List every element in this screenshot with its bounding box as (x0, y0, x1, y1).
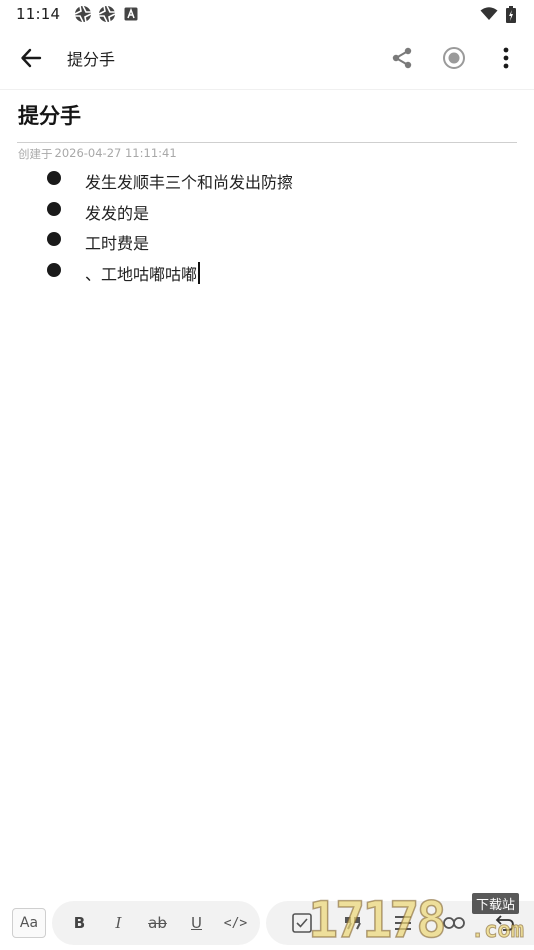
text-caret (198, 261, 201, 284)
list-item[interactable]: 、工地咕嘟咕嘟 (0, 258, 534, 289)
italic-button[interactable]: I (99, 905, 138, 941)
strikethrough-button[interactable]: ab (138, 905, 177, 941)
record-icon (443, 47, 465, 69)
watermark-digits: 17178 (307, 890, 447, 950)
bold-button[interactable]: B (60, 905, 99, 941)
list-item-text-with-caret: 、工地咕嘟咕嘟 (85, 261, 201, 285)
watermark-tag: 下载站 (472, 893, 520, 914)
aperture-icon (98, 5, 116, 23)
status-icons-left (74, 5, 140, 23)
status-icons-right (480, 5, 520, 23)
more-vert-icon (503, 47, 509, 69)
arrow-back-icon (21, 48, 42, 68)
more-button[interactable] (484, 36, 528, 80)
font-a-icon (122, 5, 140, 23)
record-button[interactable] (432, 36, 476, 80)
watermark-suffix: .com (471, 918, 525, 944)
list-item-text: 、工地咕嘟咕嘟 (85, 264, 198, 284)
text-style-button[interactable]: Aa (12, 908, 46, 938)
list-item-text: 发生发顺丰三个和尚发出防擦 (85, 173, 294, 192)
inline-format-group: B I ab U </> (52, 901, 260, 945)
share-icon (392, 47, 412, 69)
site-watermark: 17178 .com 下载站 (307, 890, 534, 950)
share-button[interactable] (380, 36, 424, 80)
list-item[interactable]: 发生发顺丰三个和尚发出防擦 (0, 166, 534, 197)
list-item[interactable]: 发发的是 (0, 197, 534, 228)
code-button[interactable]: </> (216, 905, 255, 941)
app-bar: 提分手 (0, 30, 534, 86)
battery-charging-icon (502, 5, 520, 23)
wifi-icon (480, 5, 498, 23)
created-timestamp: 创建于 2026-04-27 11:11:41 (18, 146, 177, 162)
bullet-icon (47, 201, 61, 216)
created-date: 2026-04-27 11:11:41 (54, 146, 177, 160)
app-actions (372, 36, 528, 80)
underline-button[interactable]: U (177, 905, 216, 941)
aperture-icon (74, 5, 92, 23)
created-label: 创建于 (18, 147, 53, 161)
app-title: 提分手 (67, 50, 116, 69)
list-item-text: 发发的是 (85, 203, 150, 223)
title-underline (17, 142, 517, 143)
bullet-icon (47, 262, 61, 277)
back-button[interactable] (9, 36, 53, 80)
list-item-text: 工时费是 (85, 234, 150, 253)
bullet-list[interactable]: 发生发顺丰三个和尚发出防擦 发发的是 工时费是 、工地咕嘟咕嘟 (0, 166, 534, 288)
list-item[interactable]: 工时费是 (0, 227, 534, 258)
app-bar-divider (0, 89, 534, 90)
bullet-icon (47, 171, 61, 185)
status-bar: 11:14 (0, 0, 534, 28)
note-title[interactable]: 提分手 (18, 100, 81, 130)
status-time: 11:14 (16, 5, 61, 23)
bullet-icon (47, 232, 61, 246)
